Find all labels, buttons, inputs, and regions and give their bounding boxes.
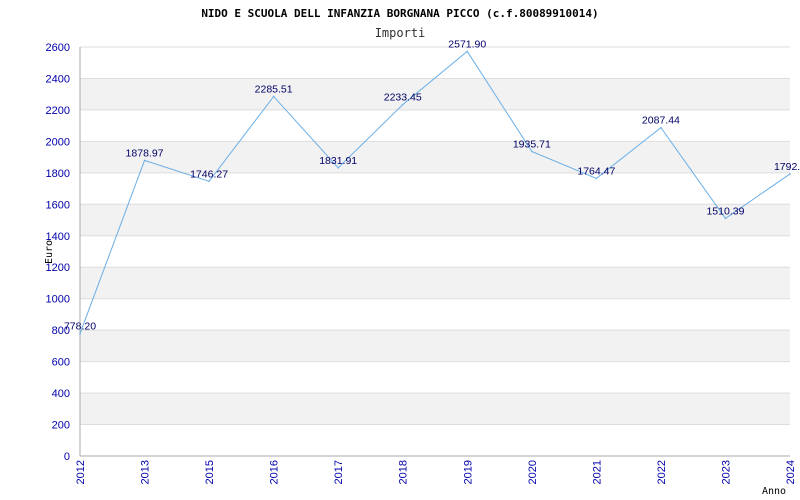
y-tick-label: 400 (52, 388, 70, 400)
data-point (724, 217, 727, 220)
data-label: 1746.27 (190, 168, 228, 180)
x-tick-label: 2018 (398, 460, 410, 484)
chart-subtitle: Importi (375, 26, 426, 40)
line-chart: 0200400600800100012001400160018002000220… (44, 7, 800, 497)
x-tick-label: 2023 (720, 460, 732, 484)
y-tick-label: 1000 (46, 294, 70, 306)
y-tick-label: 600 (52, 357, 70, 369)
data-label: 1935.71 (513, 138, 551, 150)
data-point (531, 150, 533, 153)
data-point (79, 332, 81, 335)
y-axis-label: Euro (44, 240, 55, 264)
data-label: 778.20 (64, 321, 96, 333)
y-tick-label: 0 (64, 451, 70, 463)
data-label: 1878.97 (126, 147, 164, 159)
y-tick-label: 1600 (46, 199, 70, 211)
data-point (337, 167, 339, 169)
data-label: 2571.90 (448, 38, 486, 50)
x-tick-label: 2012 (75, 460, 87, 484)
x-tick-label: 2019 (462, 460, 474, 484)
x-tick-label: 2020 (527, 460, 539, 484)
x-tick-label: 2013 (140, 460, 152, 484)
grid-band (80, 393, 790, 425)
data-label: 2233.45 (384, 92, 422, 104)
chart-title: NIDO E SCUOLA DELL INFANZIA BORGNANA PIC… (201, 7, 598, 20)
x-tick-label: 2016 (269, 460, 281, 484)
y-tick-label: 200 (52, 420, 70, 432)
data-label: 2087.44 (642, 115, 680, 127)
y-tick-label: 2400 (46, 73, 70, 85)
y-tick-label: 2200 (46, 105, 70, 117)
data-label: 1764.47 (577, 165, 615, 177)
data-label: 1831.91 (319, 155, 357, 167)
data-point (208, 180, 210, 183)
background-bands (80, 78, 790, 425)
data-label: 1792.9 (774, 161, 800, 173)
grid-band (80, 267, 790, 299)
data-label: 1510.39 (706, 205, 744, 217)
x-tick-label: 2017 (333, 460, 345, 484)
x-axis-label: Anno (762, 486, 786, 497)
data-point (595, 177, 598, 180)
data-point (272, 95, 275, 98)
grid-band (80, 78, 790, 110)
x-tick-label: 2022 (656, 460, 668, 484)
data-point (401, 103, 404, 106)
data-point (466, 50, 469, 53)
y-tick-label: 2600 (46, 42, 70, 54)
data-label: 2285.51 (255, 83, 293, 95)
grid-band (80, 141, 790, 173)
grid-band (80, 330, 790, 362)
data-point (789, 173, 791, 175)
x-tick-label: 2024 (785, 460, 797, 484)
x-tick-labels: 2012 2013 2015 2016 2017 2018 2019 2020 2021 2022… (75, 460, 797, 484)
x-tick-label: 2021 (591, 460, 603, 484)
grid-band (80, 204, 790, 236)
data-point (660, 126, 662, 129)
y-tick-label: 2000 (46, 136, 70, 148)
y-tick-label: 1800 (46, 168, 70, 180)
x-tick-label: 2015 (204, 460, 216, 484)
data-point (143, 159, 146, 162)
